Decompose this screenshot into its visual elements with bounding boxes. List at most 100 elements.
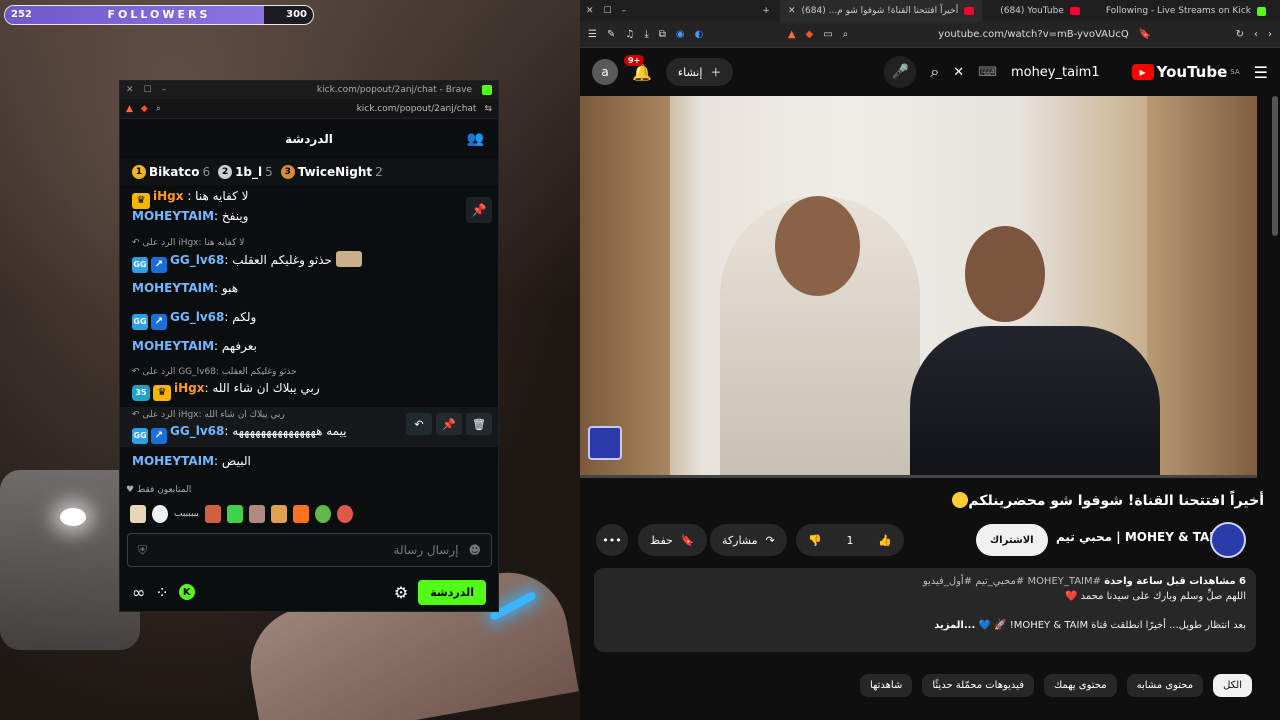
reload-icon[interactable]: ↻	[1236, 29, 1244, 40]
save-button[interactable]: حفظ 🔖	[638, 524, 707, 556]
like-icon[interactable]: 👍	[878, 534, 892, 547]
delete-icon[interactable]: 🗑	[466, 413, 492, 435]
notifications-bell-icon[interactable]: 🔔 9+	[624, 54, 652, 82]
kick-k-icon[interactable]: K	[178, 584, 195, 600]
close-window-icon[interactable]: ✕	[586, 6, 594, 16]
reply-icon[interactable]: ↶	[406, 413, 432, 435]
tab-kick-following[interactable]: Following - Live Streams on Kick	[1098, 0, 1274, 22]
dislike-icon[interactable]: 👎	[808, 534, 822, 547]
search-box[interactable]: 🎤 ⌕ ✕ ⌨ mohey_taim1	[747, 56, 1117, 88]
voice-search-icon[interactable]: 🎤	[884, 56, 917, 88]
vpn-icon[interactable]: ◐	[695, 29, 704, 40]
emoji-icon[interactable]: ☻	[468, 543, 481, 557]
username[interactable]: GG_lv68	[170, 253, 224, 267]
site-settings-icon[interactable]: ⇆	[484, 104, 492, 114]
progress-bar[interactable]	[580, 475, 1257, 478]
menu-icon[interactable]: ☰	[588, 29, 597, 40]
shield-icon[interactable]: ⛨	[138, 543, 147, 558]
chat-message[interactable]: GG ↗ GG_lv68: ولكم	[132, 310, 488, 330]
youtube-logo[interactable]: ▶ YouTube SA	[1131, 63, 1240, 81]
popout-url[interactable]: kick.com/popout/2anj/chat	[357, 104, 477, 114]
username[interactable]: iHgx	[153, 189, 184, 203]
forward-icon[interactable]: ›	[1268, 29, 1272, 40]
username[interactable]: MOHEYTAIM	[132, 339, 214, 353]
create-button[interactable]: إنشاء ＋	[665, 58, 734, 86]
emote[interactable]	[314, 505, 331, 523]
emote[interactable]	[152, 505, 168, 523]
tab-video[interactable]: ✕ أخيراً افتتحنا القناة! شوفوا شو م... (6…	[779, 0, 983, 22]
maximize-icon[interactable]: ☐	[144, 85, 152, 95]
wallet-icon[interactable]: ◉	[676, 29, 685, 40]
channel-avatar[interactable]	[1210, 522, 1246, 558]
back-icon[interactable]: ‹	[1254, 29, 1258, 40]
emote[interactable]	[336, 505, 353, 523]
share-button[interactable]: مشاركة ↷	[710, 524, 787, 556]
username[interactable]: iHgx	[174, 381, 205, 395]
gifter-1[interactable]: 1 Bikatco 6	[132, 165, 210, 179]
dots-icon[interactable]: ⁘	[155, 583, 168, 602]
more-actions-button[interactable]: •••	[596, 524, 628, 556]
channel-watermark[interactable]	[588, 426, 622, 460]
extension-icon[interactable]: ✎	[607, 29, 615, 40]
chip-all[interactable]: الكل	[1213, 674, 1252, 697]
gifter-2[interactable]: 2 1b_l 5	[218, 165, 273, 179]
search-query[interactable]: mohey_taim1	[1011, 65, 1100, 80]
download-icon[interactable]: ⤓	[644, 29, 648, 40]
url-text[interactable]: youtube.com/watch?v=mB-yvoVAUcQ	[938, 29, 1128, 40]
username[interactable]: MOHEYTAIM	[132, 209, 214, 223]
settings-gear-icon[interactable]: ⚙	[394, 583, 408, 602]
emote[interactable]	[130, 505, 146, 523]
guide-menu-icon[interactable]: ☰	[1254, 63, 1268, 82]
brave-rewards-icon[interactable]: ◆	[141, 104, 148, 114]
username[interactable]: MOHEYTAIM	[132, 281, 214, 295]
chat-message[interactable]: MOHEYTAIM: هبو	[132, 281, 488, 295]
minimize-icon[interactable]: –	[162, 85, 167, 95]
emote[interactable]	[270, 505, 287, 523]
reply-reference[interactable]: ↶ الرد على GG_lv68: حذثو وغليكم العقلب	[132, 367, 297, 377]
channel-name[interactable]: محبي تيم | MOHEY & TAIM	[1056, 530, 1226, 544]
pinned-message-icon[interactable]: 📌	[466, 197, 492, 223]
reply-reference[interactable]: ↶ الرد على iHgx: ربي يبلاك ان شاء الله	[132, 410, 285, 420]
gifter-3[interactable]: 3 TwiceNight 2	[280, 165, 383, 179]
zoom-icon[interactable]: ⌕	[843, 29, 849, 40]
hashtags[interactable]: #MOHEY_TAIM #محبي_تيم #أول_فيديو	[923, 576, 1101, 587]
account-avatar[interactable]: a	[592, 59, 618, 85]
brave-shield-icon[interactable]: ▲	[126, 104, 133, 114]
reply-reference[interactable]: ↶ الرد على iHgx: لا كفايه هنا	[132, 238, 244, 248]
chat-message[interactable]: MOHEYTAIM: البيض	[132, 454, 488, 468]
emote[interactable]	[248, 505, 265, 523]
chat-message[interactable]: MOHEYTAIM: بعرفهم	[132, 339, 488, 353]
brave-rewards-icon[interactable]: ◆	[806, 29, 814, 40]
media-icon[interactable]: ♫	[625, 29, 634, 40]
cast-icon[interactable]: ▭	[823, 29, 832, 40]
video-description[interactable]: 6 مشاهدات قبل ساعة واحدة #MOHEY_TAIM #مح…	[594, 568, 1256, 652]
emote[interactable]	[226, 505, 243, 523]
tab-youtube[interactable]: (684) YouTube	[992, 0, 1088, 22]
emote[interactable]	[292, 505, 309, 523]
zoom-icon[interactable]: ⌕	[156, 104, 161, 114]
subscribe-button[interactable]: الاشتراك	[976, 524, 1048, 556]
chat-message[interactable]: GG ↗ GG_lv68: حذثو وغليكم العقلب	[132, 251, 488, 273]
infinity-icon[interactable]: ∞	[132, 583, 145, 602]
keyboard-icon[interactable]: ⌨	[978, 65, 997, 80]
chip-recently-uploaded[interactable]: فيديوهات محمّلة حديثًا	[922, 674, 1034, 697]
search-icon[interactable]: ⌕	[930, 62, 939, 82]
users-icon[interactable]: 👥	[467, 131, 484, 147]
close-tab-icon[interactable]: ✕	[788, 6, 796, 16]
puzzle-icon[interactable]: ⧉	[659, 29, 666, 40]
video-player[interactable]	[580, 96, 1257, 478]
username[interactable]: GG_lv68	[170, 424, 224, 438]
chip-watched[interactable]: شاهدتها	[859, 674, 913, 697]
page-scrollbar[interactable]	[1272, 96, 1278, 236]
close-icon[interactable]: ✕	[126, 85, 134, 95]
like-dislike-buttons[interactable]: 👎 1 👍	[796, 524, 904, 556]
new-tab-icon[interactable]: +	[762, 6, 770, 16]
brave-shield-icon[interactable]: ▲	[788, 29, 796, 40]
chip-similar[interactable]: محتوى مشابه	[1126, 674, 1204, 697]
chat-input[interactable]: ⛨ إرسال رسالة ☻	[127, 533, 492, 567]
pin-icon[interactable]: 📌	[436, 413, 462, 435]
clear-search-icon[interactable]: ✕	[953, 65, 964, 80]
chat-message[interactable]: 35 ♛ iHgx: ربي يبلاك ان شاء الله	[132, 381, 488, 401]
bookmark-icon[interactable]: 🔖	[1139, 29, 1151, 40]
emote[interactable]	[204, 505, 221, 523]
